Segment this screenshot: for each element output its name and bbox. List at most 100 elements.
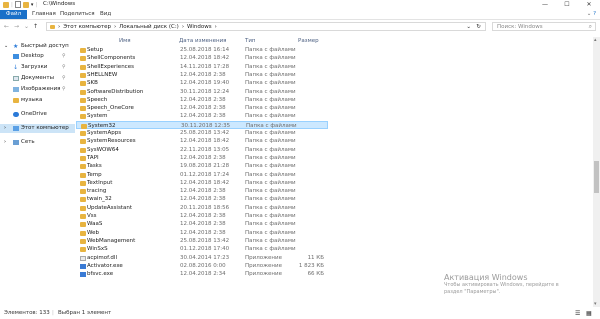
cloud-icon (13, 112, 19, 117)
file-row[interactable]: TAPI 12.04.2018 2:38 Папка с файлами (76, 154, 328, 162)
sidebar-item-downloads[interactable]: ↓ Загрузки ⚲ (0, 63, 75, 72)
file-row[interactable]: Web 12.04.2018 2:38 Папка с файлами (76, 229, 328, 237)
sidebar-item-label: Этот компьютер (21, 125, 69, 131)
file-row[interactable]: Speech 12.04.2018 2:38 Папка с файлами (76, 96, 328, 104)
file-date: 01.12.2018 17:24 (180, 171, 230, 178)
file-row[interactable]: SKB 12.04.2018 19:40 Папка с файлами (76, 79, 328, 87)
file-row[interactable]: Temp 01.12.2018 17:24 Папка с файлами (76, 171, 328, 179)
folder-icon (13, 98, 19, 103)
scrollbar-thumb[interactable] (594, 161, 599, 193)
file-row[interactable]: twain_32 12.04.2018 2:38 Папка с файлами (76, 195, 328, 203)
file-date: 02.08.2016 0:00 (180, 262, 226, 269)
file-date: 25.08.2018 16:14 (180, 47, 230, 53)
file-row[interactable]: TextInput 12.04.2018 18:42 Папка с файлами (76, 179, 328, 187)
activation-watermark: Активация Windows Чтобы активировать Win… (444, 273, 589, 296)
file-name: twain_32 (87, 196, 112, 203)
file-row[interactable]: WinSxS 01.12.2018 17:40 Папка с файлами (76, 245, 328, 253)
vertical-scrollbar[interactable]: ▴ ▾ (593, 37, 600, 307)
folder-icon (80, 56, 86, 62)
expand-ribbon-icon[interactable]: ⌄ ? (587, 10, 596, 19)
folder-icon (80, 189, 86, 195)
tab-file[interactable]: Файл (0, 10, 27, 19)
file-row[interactable]: System32 30.11.2018 12:35 Папка с файлами (76, 120, 328, 129)
forward-arrow-icon[interactable]: → (14, 23, 19, 30)
up-arrow-icon[interactable]: ↑ (33, 23, 38, 30)
refresh-icon[interactable]: ↻ (476, 24, 481, 30)
file-row[interactable]: SHELLNEW 12.04.2018 2:38 Папка с файлами (76, 71, 328, 79)
title-bar: | ▾ | C:\Windows — ☐ ✕ (0, 0, 600, 10)
file-type: Папка с файлами (245, 47, 296, 53)
column-type[interactable]: Тип (245, 37, 256, 46)
pin-icon: ⚲ (62, 53, 66, 59)
file-row[interactable]: tracing 12.04.2018 2:38 Папка с файлами (76, 187, 328, 195)
tiles-view-icon[interactable]: ▦ (586, 309, 592, 318)
folder-icon (80, 247, 86, 253)
sidebar-item-this-pc[interactable]: › Этот компьютер (0, 124, 75, 133)
address-dropdown-icon[interactable]: ⌄ (466, 24, 471, 30)
file-date: 30.11.2018 12:24 (180, 88, 230, 95)
file-type: Папка с файлами (245, 55, 296, 62)
folder-icon (80, 106, 86, 112)
file-row[interactable]: ShellExperiences 14.11.2018 17:28 Папка с … (76, 63, 328, 71)
minimize-button[interactable]: — (534, 0, 556, 10)
back-arrow-icon[interactable]: ← (4, 23, 9, 30)
file-row[interactable]: acpimof.dll 30.04.2014 17:23 Приложение 11 … (76, 254, 328, 262)
recent-locations-icon[interactable]: ⌄ (24, 23, 29, 30)
sidebar-item-quick-access[interactable]: ⌄ ★ Быстрый доступ (0, 42, 75, 51)
folder-icon (80, 172, 86, 178)
desktop-icon (13, 54, 19, 59)
sidebar-item-label: Desktop (21, 53, 44, 59)
sidebar-item-network[interactable]: › Сеть (0, 138, 75, 147)
file-row[interactable]: WaaS 12.04.2018 2:38 Папка с файлами (76, 220, 328, 228)
file-row[interactable]: SystemResources 12.04.2018 18:42 Папка с ф… (76, 137, 328, 145)
status-separator: | (52, 310, 54, 316)
sidebar-item-music[interactable]: музыка (0, 96, 75, 105)
scroll-down-icon[interactable]: ▾ (594, 301, 597, 307)
file-row[interactable]: Activator.exe 02.08.2016 0:00 Приложение 1 … (76, 262, 328, 270)
file-row[interactable]: Speech_OneCore 12.04.2018 2:38 Папка с фай… (76, 104, 328, 112)
tab-home[interactable]: Главная (32, 10, 56, 19)
file-row[interactable]: SysWOW64 22.11.2018 13:05 Папка с файлами (76, 146, 328, 154)
pin-icon: ⚲ (62, 75, 66, 81)
folder-icon (80, 180, 86, 186)
search-input[interactable]: Поиск: Windows ⌕ (492, 22, 596, 31)
file-row[interactable]: Vss 12.04.2018 2:38 Папка с файлами (76, 212, 328, 220)
file-row[interactable]: UpdateAssistant 20.11.2018 18:56 Папка с ф… (76, 204, 328, 212)
sidebar-item-onedrive[interactable]: OneDrive (0, 110, 75, 119)
file-name: Activator.exe (87, 262, 123, 269)
sidebar-item-documents[interactable]: Документы ⚲ (0, 74, 75, 83)
folder-icon (80, 139, 86, 145)
maximize-button[interactable]: ☐ (556, 0, 578, 10)
file-row[interactable]: ShellComponents 12.04.2018 18:42 Папка с ф… (76, 54, 328, 62)
address-bar[interactable]: › Этот компьютер › Локальный диск (C:) ›… (46, 22, 486, 31)
file-row[interactable]: SystemApps 25.08.2018 13:42 Папка с файлам… (76, 129, 328, 137)
breadcrumb-local-disk[interactable]: Локальный диск (C:) (119, 24, 179, 30)
file-row[interactable]: bfsvc.exe 12.04.2018 2:34 Приложение 66 КБ (76, 270, 328, 278)
properties-icon[interactable] (14, 1, 21, 8)
breadcrumb-this-pc[interactable]: Этот компьютер (63, 24, 111, 30)
new-folder-icon[interactable] (22, 1, 29, 8)
chevron-right-icon: › (58, 23, 61, 30)
scroll-up-icon[interactable]: ▴ (594, 37, 597, 43)
file-row[interactable]: WebManagement 25.08.2018 13:42 Папка с фай… (76, 237, 328, 245)
column-size[interactable]: Размер (298, 37, 319, 46)
file-row[interactable]: Setup 25.08.2018 16:14 Папка с файлами (76, 46, 328, 54)
tab-share[interactable]: Поделиться (60, 10, 95, 19)
column-date[interactable]: Дата изменения (179, 37, 226, 46)
close-button[interactable]: ✕ (578, 0, 600, 10)
breadcrumb-windows[interactable]: Windows (187, 24, 212, 30)
file-type: Папка с файлами (245, 113, 296, 120)
file-row[interactable]: System 12.04.2018 2:38 Папка с файлами (76, 112, 328, 120)
exe-file-icon (80, 263, 86, 269)
file-date: 12.04.2018 18:42 (180, 55, 230, 62)
tab-view[interactable]: Вид (100, 10, 111, 19)
chevron-down-icon[interactable]: ▾ (31, 2, 34, 8)
file-row[interactable]: Tasks 19.08.2018 21:28 Папка с файлами (76, 162, 328, 170)
column-name[interactable]: Имя (119, 37, 131, 46)
folder-icon (80, 238, 86, 244)
sidebar-item-desktop[interactable]: Desktop ⚲ (0, 52, 75, 61)
file-type: Папка с файлами (245, 229, 296, 236)
file-row[interactable]: SoftwareDistribution 30.11.2018 12:24 Папк… (76, 88, 328, 96)
details-view-icon[interactable]: ☰ (575, 309, 580, 318)
sidebar-item-pictures[interactable]: Изображения ⚲ (0, 85, 75, 94)
